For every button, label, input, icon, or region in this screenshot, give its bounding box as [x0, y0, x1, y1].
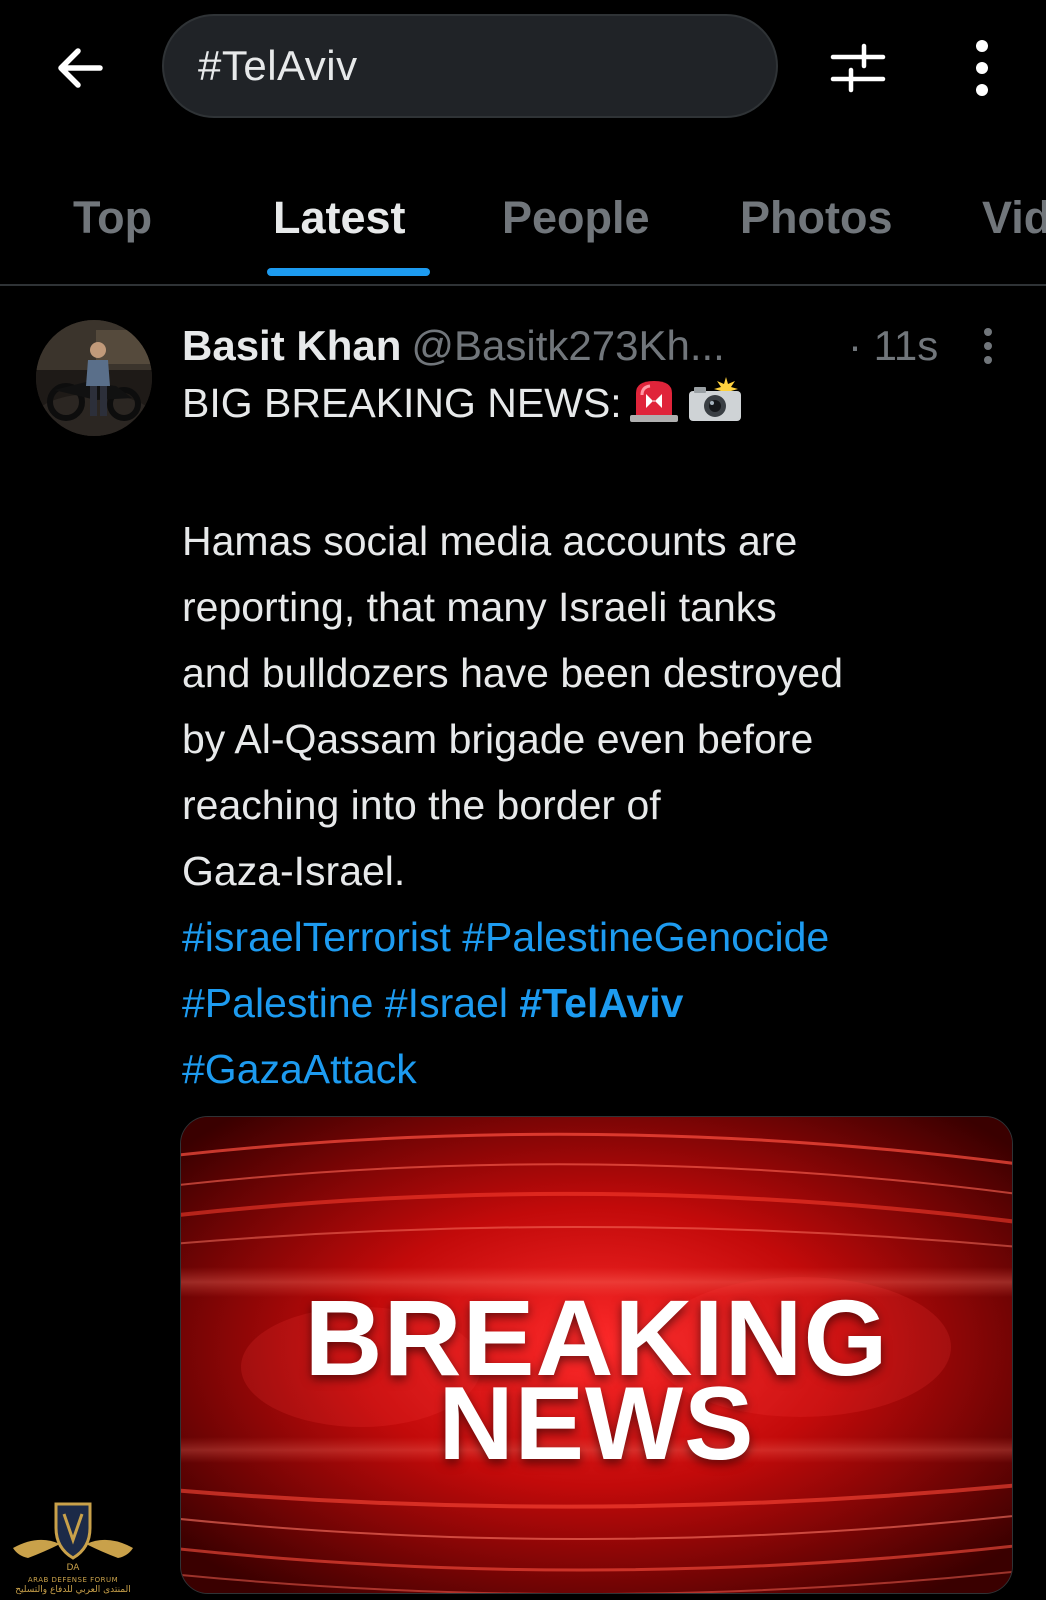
- search-input[interactable]: #TelAviv: [162, 14, 778, 118]
- forum-watermark-logo: DA ARAB DEFENSE FORUM المنتدى العربي للد…: [8, 1500, 138, 1598]
- search-filter-button[interactable]: [828, 38, 888, 98]
- tab-top[interactable]: Top: [73, 192, 152, 244]
- hashtag-link[interactable]: #GazaAttack: [182, 1046, 417, 1092]
- tweet-line: and bulldozers have been destroyed: [182, 650, 844, 696]
- tweet-line: reaching into the border of: [182, 782, 661, 828]
- tweet-text: BIG BREAKING NEWS: Hamas social media ac…: [182, 370, 1012, 1102]
- shield-wings-logo-icon: DA: [13, 1502, 133, 1573]
- back-button[interactable]: [52, 40, 108, 96]
- hashtag-line: #israelTerrorist #PalestineGenocide: [182, 904, 1012, 970]
- tweet-line: Gaza-Israel.: [182, 848, 406, 894]
- hashtag-link[interactable]: #israelTerrorist: [182, 914, 451, 960]
- svg-text:DA: DA: [67, 1563, 81, 1573]
- tweet-timestamp[interactable]: · 11s: [848, 316, 938, 376]
- tab-latest[interactable]: Latest: [273, 192, 406, 244]
- tweet[interactable]: Basit Khan @Basitk273Kh... · 11s BIG BREA…: [0, 290, 1046, 1600]
- tweet-more-button[interactable]: [968, 324, 1008, 368]
- hashtag-link-highlighted[interactable]: #TelAviv: [519, 980, 683, 1026]
- hashtag-line: #GazaAttack: [182, 1036, 1012, 1102]
- sliders-icon: [830, 43, 886, 93]
- tweet-line: BIG BREAKING NEWS:: [182, 370, 1012, 442]
- search-tabs: Top Latest People Photos Vid: [0, 160, 1046, 286]
- hashtag-line: #Palestine #Israel #TelAviv: [182, 970, 1012, 1036]
- hashtag-link[interactable]: #Palestine: [182, 980, 373, 1026]
- tweet-line: reporting, that many Israeli tanks: [182, 584, 777, 630]
- watermark-arabic-text: المنتدى العربي للدفاع والتسليح: [15, 1585, 131, 1595]
- avatar-photo: [36, 320, 152, 436]
- hashtag-list: #israelTerrorist #PalestineGenocide #Pal…: [182, 904, 1012, 1102]
- tweet-media-image[interactable]: BREAKING NEWS: [180, 1116, 1013, 1594]
- more-vertical-icon: [984, 328, 992, 364]
- author-handle[interactable]: @Basitk273Kh...: [411, 322, 724, 369]
- top-bar: #TelAviv: [0, 0, 1046, 130]
- author-name[interactable]: Basit Khan: [182, 322, 401, 369]
- tweet-headline: BIG BREAKING NEWS:: [182, 380, 622, 426]
- hashtag-link[interactable]: #Israel: [385, 980, 508, 1026]
- police-car-light-icon: [626, 376, 682, 442]
- back-arrow-icon: [58, 48, 103, 88]
- more-options-button[interactable]: [952, 36, 1012, 100]
- watermark-english-text: ARAB DEFENSE FORUM: [27, 1576, 119, 1584]
- hashtag-link[interactable]: #PalestineGenocide: [462, 914, 829, 960]
- tweet-line: Hamas social media accounts are: [182, 518, 798, 564]
- tab-people[interactable]: People: [502, 192, 650, 244]
- camera-with-flash-icon: [686, 375, 744, 442]
- avatar[interactable]: [36, 320, 152, 436]
- tweet-line: by Al-Qassam brigade even before: [182, 716, 814, 762]
- media-headline-line2: NEWS: [438, 1366, 755, 1482]
- tab-videos[interactable]: Vid: [982, 192, 1046, 244]
- tab-photos[interactable]: Photos: [740, 192, 893, 244]
- active-tab-indicator: [267, 268, 430, 276]
- tweet-header: Basit Khan @Basitk273Kh...: [182, 316, 725, 376]
- search-query-text: #TelAviv: [198, 42, 358, 89]
- more-vertical-icon: [976, 40, 988, 96]
